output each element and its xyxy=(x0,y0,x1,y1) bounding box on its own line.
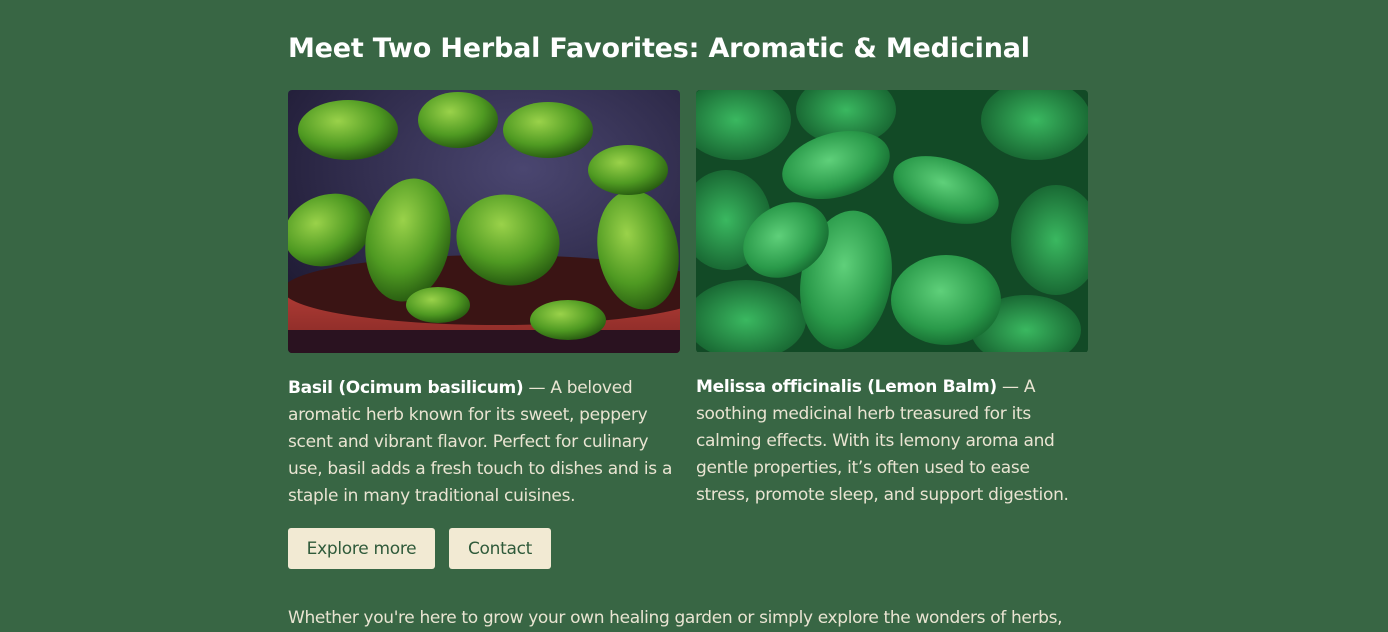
melissa-card: Melissa officinalis (Lemon Balm) — A soo… xyxy=(696,90,1088,505)
explore-more-button[interactable]: Explore more xyxy=(288,528,435,569)
melissa-name: Melissa officinalis (Lemon Balm) xyxy=(696,377,997,397)
melissa-description: Melissa officinalis (Lemon Balm) — A soo… xyxy=(696,377,1069,505)
section-title: Meet Two Herbal Favorites: Aromatic & Me… xyxy=(288,33,1030,64)
basil-description: Basil (Ocimum basilicum) — A beloved aro… xyxy=(288,378,673,506)
basil-name: Basil (Ocimum basilicum) xyxy=(288,378,524,398)
basil-photo xyxy=(288,90,680,353)
melissa-photo xyxy=(696,90,1088,353)
contact-button[interactable]: Contact xyxy=(449,528,551,569)
basil-card: Basil (Ocimum basilicum) — A beloved aro… xyxy=(288,90,680,506)
